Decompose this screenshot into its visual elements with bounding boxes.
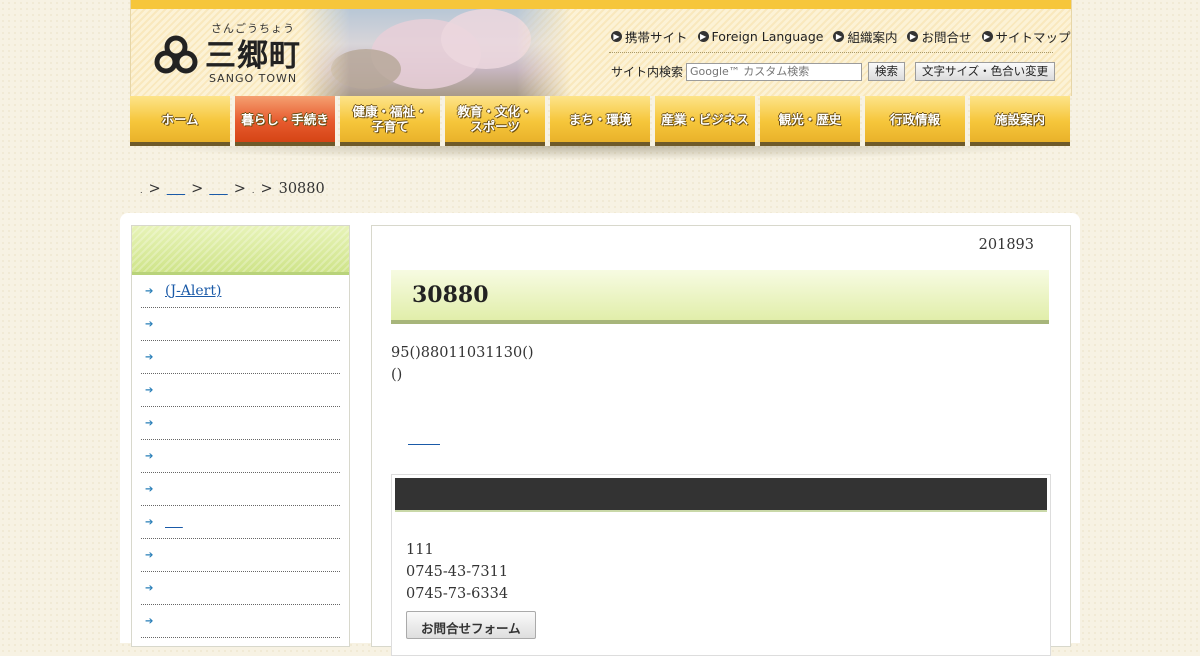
search-button[interactable]: 検索 (868, 62, 906, 81)
contact-box: 111 0745-43-7311 0745-73-6334 お問合せフォーム (391, 474, 1051, 656)
arrow-bullet-icon: ➔ (145, 417, 154, 429)
utility-links: ▶ 携帯サイト ▶ Foreign Language ▶ 組織案内 ▶ お問合せ… (611, 27, 1071, 46)
sidebar-item[interactable]: ➔ (141, 374, 340, 407)
sidebar-item[interactable]: ➔ (141, 440, 340, 473)
logo-kanji: 三郷町 (205, 38, 301, 74)
sidebar-item[interactable]: ➔ (141, 341, 340, 374)
site-header: さんごうちょう 三郷町 SANGO TOWN ▶ 携帯サイト ▶ Foreign… (130, 0, 1072, 96)
breadcrumb-separator: > (148, 181, 161, 197)
contact-header (395, 478, 1047, 512)
logo-roman: SANGO TOWN (209, 72, 298, 85)
breadcrumb: . > > > . > 30880 (140, 181, 325, 197)
sidebar-item[interactable]: ➔ (141, 572, 340, 605)
breadcrumb-home-link[interactable]: . (140, 186, 143, 195)
sidebar-item[interactable]: ➔ (141, 407, 340, 440)
breadcrumb-separator: > (233, 181, 246, 197)
contact-form-button[interactable]: お問合せフォーム (406, 611, 536, 639)
search-label: サイト内検索 (611, 65, 684, 79)
town-emblem-icon (154, 35, 198, 74)
search-input[interactable] (686, 62, 863, 81)
content-area: 201893 30880 95()88011031130() () 111 07… (371, 225, 1071, 656)
arrow-right-circle-icon: ▶ (611, 31, 622, 42)
arrow-bullet-icon: ➔ (145, 318, 154, 330)
nav-health-welfare[interactable]: 健康・福祉・ 子育て (340, 96, 440, 146)
nav-facilities[interactable]: 施設案内 (970, 96, 1070, 146)
arrow-bullet-icon: ➔ (145, 483, 154, 495)
util-link-foreign-language[interactable]: ▶ Foreign Language (697, 27, 823, 46)
breadcrumb-current: 30880 (278, 181, 325, 197)
sidebar-item[interactable]: ➔ (141, 473, 340, 506)
nav-administration[interactable]: 行政情報 (865, 96, 965, 146)
page-title: 30880 (412, 282, 489, 308)
contact-phone: 0745-43-7311 (406, 564, 509, 580)
site-logo[interactable]: さんごうちょう 三郷町 SANGO TOWN (153, 18, 313, 90)
util-link-sitemap[interactable]: ▶ サイトマップ (981, 27, 1071, 46)
breadcrumb-link-2[interactable] (209, 181, 227, 197)
arrow-right-circle-icon: ▶ (833, 31, 845, 42)
breadcrumb-separator: > (260, 181, 273, 197)
body-text: 95()88011031130() () (391, 342, 534, 386)
contact-info: 111 0745-43-7311 0745-73-6334 (406, 539, 508, 605)
body-line: 95()88011031130() (391, 345, 534, 361)
arrow-bullet-icon: ➔ (145, 450, 154, 462)
arrow-bullet-icon: ➔ (145, 582, 154, 594)
nav-tourism-history[interactable]: 観光・歴史 (760, 96, 860, 146)
body-link[interactable] (408, 430, 440, 445)
main-container: ➔ (J-Alert) ➔ ➔ ➔ ➔ ➔ ➔ ➔ ➔ ➔ ➔ 201893 3… (120, 213, 1080, 656)
nav-town-environment[interactable]: まち・環境 (550, 96, 650, 146)
util-link-contact[interactable]: ▶ お問合せ (907, 27, 972, 46)
nav-shadow (125, 146, 1075, 160)
sidebar-item[interactable]: ➔ (J-Alert) (141, 275, 340, 308)
sidebar-header (132, 226, 349, 275)
nav-home[interactable]: ホーム (130, 96, 230, 146)
util-link-organization[interactable]: ▶ 組織案内 (833, 27, 897, 46)
arrow-bullet-icon: ➔ (145, 351, 154, 363)
contact-fax: 0745-73-6334 (406, 586, 509, 602)
util-link-mobile[interactable]: ▶ 携帯サイト (611, 27, 688, 46)
arrow-bullet-icon: ➔ (145, 384, 154, 396)
arrow-right-circle-icon: ▶ (981, 31, 993, 42)
breadcrumb-link-3[interactable]: . (252, 186, 255, 195)
sidebar-item-label[interactable]: (J-Alert) (165, 283, 221, 299)
text-size-color-button[interactable]: 文字サイズ・色合い変更 (915, 62, 1056, 81)
breadcrumb-separator: > (191, 181, 204, 197)
header-top-bar (131, 0, 1071, 9)
site-search: サイト内検索 検索 文字サイズ・色合い変更 (611, 62, 1056, 81)
update-date: 201893 (978, 237, 1034, 253)
body-line: () (391, 367, 403, 383)
arrow-bullet-icon: ➔ (145, 516, 154, 528)
sidebar-item-label[interactable] (165, 514, 183, 530)
global-nav: ホーム 暮らし・手続き 健康・福祉・ 子育て 教育・文化・ スポーツ まち・環境 産… (130, 96, 1070, 146)
sidebar-item[interactable]: ➔ (141, 539, 340, 572)
sidebar-item[interactable]: ➔ (141, 605, 340, 638)
nav-living-procedures[interactable]: 暮らし・手続き (235, 96, 335, 146)
breadcrumb-link-1[interactable] (167, 181, 185, 197)
sidebar-list: ➔ (J-Alert) ➔ ➔ ➔ ➔ ➔ ➔ ➔ ➔ ➔ ➔ (132, 275, 349, 638)
nav-education-culture[interactable]: 教育・文化・ スポーツ (445, 96, 545, 146)
arrow-right-circle-icon: ▶ (697, 31, 709, 42)
nav-industry-business[interactable]: 産業・ビジネス (655, 96, 755, 146)
arrow-bullet-icon: ➔ (145, 549, 154, 561)
sidebar: ➔ (J-Alert) ➔ ➔ ➔ ➔ ➔ ➔ ➔ ➔ ➔ ➔ (131, 225, 350, 647)
arrow-bullet-icon: ➔ (145, 615, 154, 627)
sidebar-item[interactable]: ➔ (141, 308, 340, 341)
sidebar-item[interactable]: ➔ (141, 506, 340, 539)
header-cherry-blossom-photo (301, 9, 571, 96)
arrow-right-circle-icon: ▶ (907, 31, 919, 42)
title-box: 30880 (391, 270, 1049, 324)
arrow-bullet-icon: ➔ (145, 285, 154, 297)
contact-address: 111 (406, 542, 434, 558)
utility-divider (609, 52, 1053, 53)
